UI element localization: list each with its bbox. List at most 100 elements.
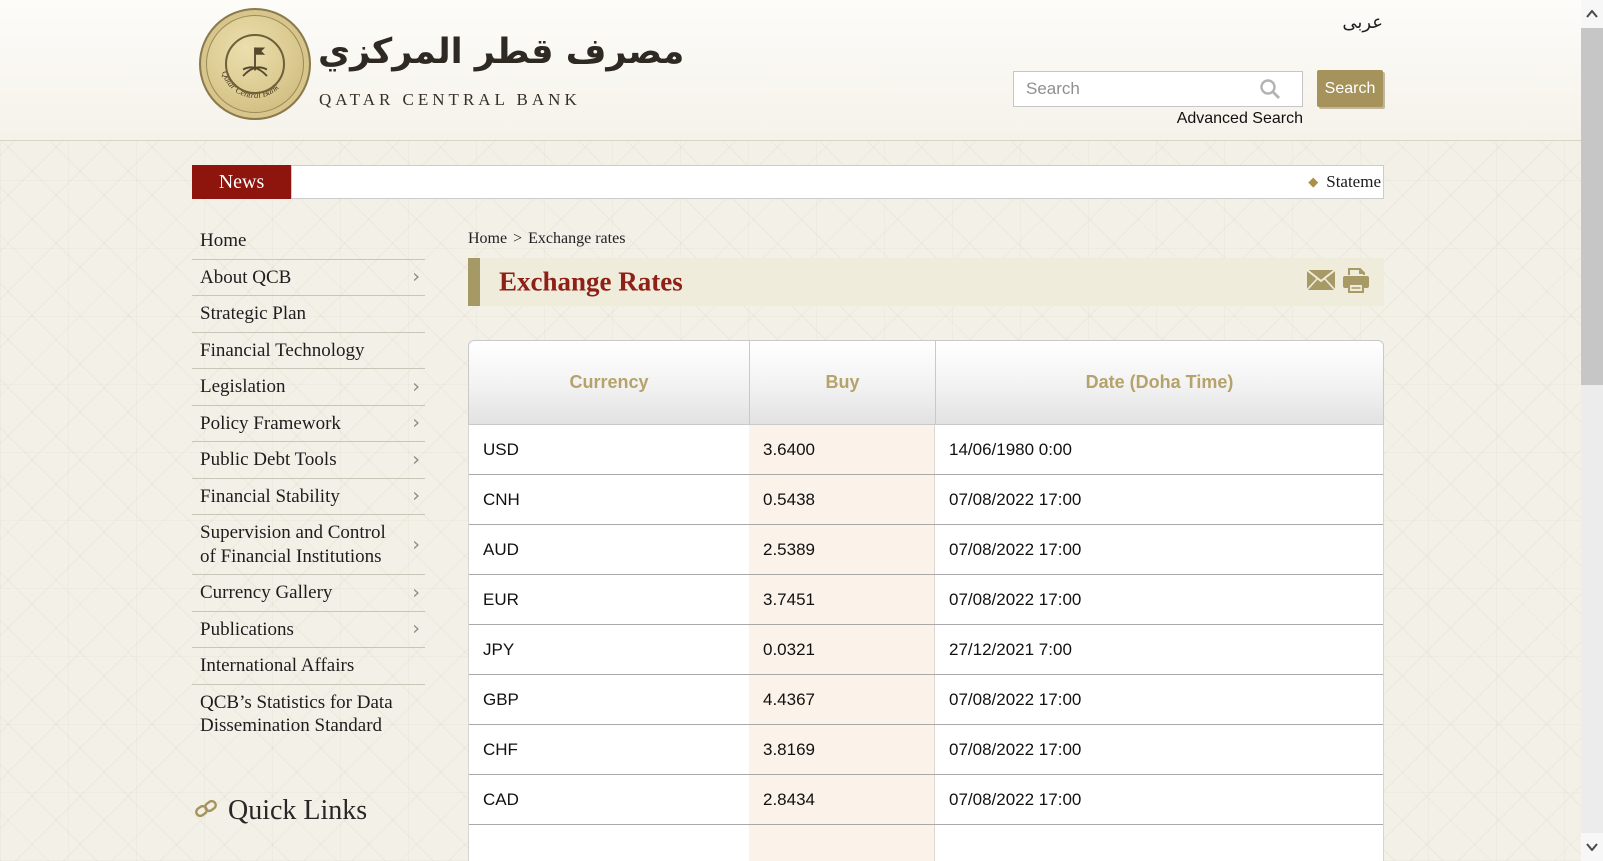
scrollbar-thumb[interactable] — [1581, 28, 1603, 385]
news-ticker-item[interactable]: ◆ Stateme — [1308, 172, 1381, 192]
buy-cell: 2.8434 — [749, 775, 935, 824]
currency-cell — [469, 825, 749, 861]
sidebar-item-label: Supervision and Control of Financial Ins… — [200, 522, 386, 567]
table-row: EUR3.745107/08/2022 17:00 — [469, 575, 1383, 625]
sidebar-item-policy-framework[interactable]: Policy Framework › — [192, 406, 425, 443]
sidebar-item-supervision-and-control-of-financial-institutions[interactable]: Supervision and Control of Financial Ins… — [192, 515, 425, 575]
sidebar-item-currency-gallery[interactable]: Currency Gallery › — [192, 575, 425, 612]
date-cell: 07/08/2022 17:00 — [935, 725, 1383, 774]
quick-links-heading: Quick Links — [194, 795, 367, 827]
date-cell: 07/08/2022 17:00 — [935, 525, 1383, 574]
page-title: Exchange Rates — [499, 267, 683, 298]
sidebar-item-strategic-plan[interactable]: Strategic Plan — [192, 296, 425, 333]
email-icon[interactable] — [1307, 270, 1335, 295]
sidebar-item-label: About QCB — [200, 267, 291, 288]
sidebar-item-publications[interactable]: Publications› — [192, 612, 425, 649]
search-button[interactable]: Search — [1317, 70, 1383, 107]
chevron-right-icon: › — [412, 485, 420, 509]
date-cell: 07/08/2022 17:00 — [935, 475, 1383, 524]
date-cell: 07/08/2022 17:00 — [935, 675, 1383, 724]
search-icon[interactable] — [1258, 77, 1282, 106]
sidebar-item-qcb-s-statistics-for-data-dissemination-standard[interactable]: QCB’s Statistics for Data Dissemination … — [192, 685, 425, 744]
currency-cell: USD — [469, 425, 749, 474]
buy-cell: 0.5438 — [749, 475, 935, 524]
column-header-date: Date (Doha Time) — [936, 341, 1383, 424]
scroll-down-button[interactable] — [1581, 833, 1603, 861]
sidebar-item-financial-technology[interactable]: Financial Technology — [192, 333, 425, 370]
qcb-seal-logo[interactable]: Qatar Central Bank — [199, 8, 311, 120]
news-label: News — [192, 165, 291, 199]
currency-cell: JPY — [469, 625, 749, 674]
sidebar-item-international-affairs[interactable]: International Affairs — [192, 648, 425, 685]
breadcrumb-home-link[interactable]: Home — [468, 230, 507, 247]
table-row: CNH0.543807/08/2022 17:00 — [469, 475, 1383, 525]
sidebar-item-label: Policy Framework — [200, 413, 341, 434]
exchange-rates-table: Currency Buy Date (Doha Time) USD3.64001… — [468, 340, 1384, 861]
chevron-right-icon: › — [412, 618, 420, 642]
table-row: JPY0.032127/12/2021 7:00 — [469, 625, 1383, 675]
sidebar-item-label: Home — [200, 230, 246, 251]
chevron-right-icon: › — [412, 412, 420, 436]
advanced-search-link[interactable]: Advanced Search — [1013, 110, 1303, 128]
column-header-currency: Currency — [469, 341, 750, 424]
site-header: Qatar Central Bank مصرف قطر المركزي QATA… — [0, 0, 1603, 141]
sidebar-item-label: Strategic Plan — [200, 303, 306, 324]
news-bar: News ◆ Stateme — [192, 165, 1384, 199]
buy-cell: 4.4367 — [749, 675, 935, 724]
seal-emblem — [225, 34, 285, 94]
table-row: AUD2.538907/08/2022 17:00 — [469, 525, 1383, 575]
buy-cell: 0.0321 — [749, 625, 935, 674]
table-row: CHF3.816907/08/2022 17:00 — [469, 725, 1383, 775]
date-cell: 07/08/2022 17:00 — [935, 575, 1383, 624]
sidebar-item-label: Legislation — [200, 376, 285, 397]
buy-cell: 3.8169 — [749, 725, 935, 774]
currency-cell: CAD — [469, 775, 749, 824]
logo-english-name: QATAR CENTRAL BANK — [319, 90, 581, 110]
date-cell — [935, 825, 1383, 861]
chevron-right-icon: › — [412, 375, 420, 399]
sidebar-item-legislation[interactable]: Legislation › — [192, 369, 425, 406]
currency-cell: EUR — [469, 575, 749, 624]
currency-cell: CHF — [469, 725, 749, 774]
print-icon[interactable] — [1342, 268, 1370, 299]
news-ticker-text: Stateme — [1326, 172, 1381, 192]
currency-cell: CNH — [469, 475, 749, 524]
page-title-bar: Exchange Rates — [468, 258, 1384, 306]
sidebar-item-financial-stability[interactable]: Financial Stability› — [192, 479, 425, 516]
table-row — [469, 825, 1383, 861]
diamond-bullet-icon: ◆ — [1308, 174, 1318, 190]
date-cell: 14/06/1980 0:00 — [935, 425, 1383, 474]
column-header-buy: Buy — [750, 341, 936, 424]
news-ticker: ◆ Stateme — [291, 165, 1384, 199]
table-body: USD3.640014/06/1980 0:00CNH0.543807/08/2… — [468, 425, 1384, 861]
sidebar-item-home[interactable]: Home — [192, 223, 425, 260]
date-cell: 07/08/2022 17:00 — [935, 775, 1383, 824]
table-header-row: Currency Buy Date (Doha Time) — [468, 340, 1384, 425]
currency-cell: GBP — [469, 675, 749, 724]
buy-cell — [749, 825, 935, 861]
sidebar-item-label: Public Debt Tools — [200, 449, 337, 470]
chevron-right-icon: › — [412, 448, 420, 472]
chevron-right-icon: › — [412, 581, 420, 605]
breadcrumb: Home > Exchange rates — [468, 230, 625, 248]
buy-cell: 3.7451 — [749, 575, 935, 624]
sidebar-item-label: Financial Technology — [200, 340, 365, 361]
sidebar-nav: Home About QCB › Strategic Plan Financial Te… — [192, 223, 425, 744]
breadcrumb-separator: > — [513, 230, 522, 247]
sidebar-item-public-debt-tools[interactable]: Public Debt Tools › — [192, 442, 425, 479]
sidebar-item-label: Currency Gallery — [200, 582, 332, 603]
scroll-up-button[interactable] — [1581, 0, 1603, 28]
language-link-arabic[interactable]: عربى — [1240, 12, 1383, 33]
title-accent-bar — [468, 258, 480, 306]
vertical-scrollbar[interactable] — [1581, 0, 1603, 861]
buy-cell: 3.6400 — [749, 425, 935, 474]
buy-cell: 2.5389 — [749, 525, 935, 574]
currency-cell: AUD — [469, 525, 749, 574]
logo-arabic-name: مصرف قطر المركزي — [318, 32, 684, 72]
sidebar-item-about-qcb[interactable]: About QCB › — [192, 260, 425, 297]
table-row: GBP4.436707/08/2022 17:00 — [469, 675, 1383, 725]
chevron-right-icon: › — [412, 533, 420, 557]
breadcrumb-current: Exchange rates — [528, 230, 625, 247]
chevron-right-icon: › — [412, 266, 420, 290]
sidebar-item-label: QCB’s Statistics for Data Dissemination … — [200, 692, 393, 737]
